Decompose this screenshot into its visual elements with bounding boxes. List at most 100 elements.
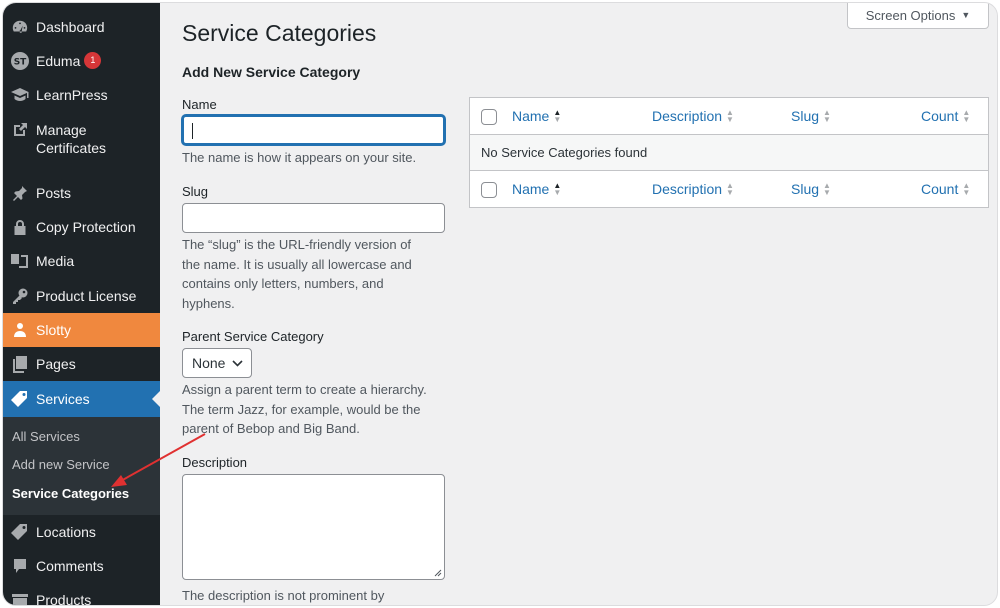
column-slug-header[interactable]: Slug ▲ ▼ <box>791 108 831 124</box>
sidebar-item-label: Copy Protection <box>36 219 136 235</box>
categories-table: Name ▲ ▼ Description ▲ ▼ Slug ▲ ▼ Count ▲ ▼ No S… <box>469 97 989 208</box>
column-label: Name <box>512 108 550 124</box>
slug-help: The “slug” is the URL-friendly version o… <box>182 235 450 313</box>
sidebar-item-label: Comments <box>36 558 104 574</box>
tag-icon <box>9 389 31 409</box>
parent-help-line: Assign a parent term to create a hierarc… <box>182 382 427 397</box>
submenu-item-add-new-service[interactable]: Add new Service <box>12 457 110 472</box>
screen-options-label: Screen Options <box>865 7 956 23</box>
admin-sidebar: Dashboard ST Eduma 1 LearnPress Manage Cer… <box>3 3 160 605</box>
resize-handle-icon[interactable] <box>434 569 442 577</box>
sort-icon: ▲ ▼ <box>962 181 971 197</box>
sidebar-item-comments[interactable]: Comments <box>3 556 160 578</box>
person-icon <box>9 320 31 340</box>
sidebar-item-media[interactable]: Media <box>3 251 160 273</box>
sidebar-item-services[interactable]: Services <box>3 381 160 417</box>
select-all-checkbox[interactable] <box>481 182 497 198</box>
column-slug-header[interactable]: Slug ▲ ▼ <box>791 181 831 197</box>
current-menu-pointer <box>152 391 160 407</box>
column-label: Slug <box>791 181 820 197</box>
submenu-item-all-services[interactable]: All Services <box>12 429 80 444</box>
sort-icon: ▲ ▼ <box>823 108 831 124</box>
sidebar-item-label: Dashboard <box>36 19 105 35</box>
sort-icon: ▲ ▼ <box>553 108 562 124</box>
sidebar-item-label: Eduma <box>36 53 81 69</box>
sidebar-item-dashboard[interactable]: Dashboard <box>3 17 160 39</box>
column-label: Count <box>921 108 959 124</box>
sidebar-item-label: Services <box>36 391 90 407</box>
sidebar-item-manage-certificates[interactable]: Manage Certificates <box>3 120 160 160</box>
pages-icon <box>9 354 31 374</box>
key-icon <box>9 286 31 306</box>
parent-help-line: parent of Bebop and Big Band. <box>182 421 360 436</box>
description-textarea[interactable] <box>182 474 445 580</box>
sidebar-item-copy-protection[interactable]: Copy Protection <box>3 217 160 239</box>
sidebar-item-label: Pages <box>36 356 76 372</box>
form-heading: Add New Service Category <box>182 64 361 80</box>
sidebar-item-eduma[interactable]: ST Eduma 1 <box>3 51 160 73</box>
archive-icon <box>9 590 31 605</box>
svg-text:ST: ST <box>14 58 27 68</box>
slug-help-line: The “slug” is the URL-friendly version o… <box>182 237 412 252</box>
column-label: Description <box>652 181 723 197</box>
chevron-down-icon <box>232 359 244 367</box>
notification-badge: 1 <box>84 52 102 69</box>
text-cursor <box>192 123 193 139</box>
parent-label: Parent Service Category <box>182 329 324 344</box>
description-help: The description is not prominent by <box>182 588 385 603</box>
slug-help-line: contains only letters, numbers, and <box>182 276 384 291</box>
services-submenu: All Services Add new Service Service Cat… <box>3 417 160 515</box>
name-help: The name is how it appears on your site. <box>182 150 417 165</box>
comment-icon <box>9 556 31 576</box>
slug-help-line: the name. It is usually all lowercase an… <box>182 256 412 272</box>
tag-icon <box>9 522 31 542</box>
column-name-header[interactable]: Name ▲ ▼ <box>512 181 561 197</box>
sidebar-item-products[interactable]: Products <box>3 590 160 606</box>
sort-icon: ▲ ▼ <box>962 108 971 124</box>
column-count-header[interactable]: Count ▲ ▼ <box>921 181 970 197</box>
screen-options-button[interactable]: Screen Options ▼ <box>847 3 989 29</box>
learnpress-icon <box>9 85 31 105</box>
column-label: Count <box>921 181 959 197</box>
sidebar-item-label: LearnPress <box>36 87 108 103</box>
parent-select[interactable]: None <box>182 348 252 378</box>
sidebar-item-label: Products <box>36 592 92 606</box>
sidebar-item-label: Product License <box>36 288 137 304</box>
column-label: Name <box>512 181 550 197</box>
column-name-header[interactable]: Name ▲ ▼ <box>512 108 561 124</box>
name-input[interactable] <box>182 115 445 145</box>
sort-icon: ▲ ▼ <box>823 181 831 197</box>
slug-label: Slug <box>182 184 209 199</box>
sidebar-item-label: Locations <box>36 524 96 540</box>
column-description-header[interactable]: Description ▲ ▼ <box>652 181 734 197</box>
sidebar-item-pages[interactable]: Pages <box>3 354 160 376</box>
column-count-header[interactable]: Count ▲ ▼ <box>921 108 970 124</box>
sidebar-item-product-license[interactable]: Product License <box>3 286 160 308</box>
lock-icon <box>9 217 31 237</box>
column-label: Slug <box>791 108 820 124</box>
sidebar-item-label-line2: Certificates <box>36 140 107 156</box>
name-label: Name <box>182 97 217 112</box>
sort-icon: ▲ ▼ <box>726 108 734 124</box>
sidebar-item-posts[interactable]: Posts <box>3 183 160 205</box>
eduma-logo-icon: ST <box>9 51 31 71</box>
submenu-item-service-categories[interactable]: Service Categories <box>12 486 129 501</box>
table-header-row: Name ▲ ▼ Description ▲ ▼ Slug ▲ ▼ Count ▲ ▼ <box>470 98 988 134</box>
sidebar-item-label: Slotty <box>36 322 72 338</box>
sidebar-item-locations[interactable]: Locations <box>3 522 160 544</box>
caret-down-icon: ▼ <box>961 10 971 20</box>
sidebar-item-learnpress[interactable]: LearnPress <box>3 85 160 107</box>
sort-icon: ▲ ▼ <box>553 181 562 197</box>
table-empty-row: No Service Categories found <box>470 134 988 171</box>
media-icon <box>9 251 31 271</box>
sidebar-item-slotty[interactable]: Slotty <box>3 313 160 347</box>
table-footer-row: Name ▲ ▼ Description ▲ ▼ Slug ▲ ▼ Count ▲ ▼ <box>470 171 988 207</box>
description-label: Description <box>182 455 248 470</box>
select-all-checkbox[interactable] <box>481 109 497 125</box>
slug-input[interactable] <box>182 203 445 233</box>
page-title: Service Categories <box>182 20 377 46</box>
slug-help-line: hyphens. <box>182 295 235 311</box>
external-link-icon <box>9 120 31 140</box>
column-description-header[interactable]: Description ▲ ▼ <box>652 108 734 124</box>
pin-icon <box>9 183 31 203</box>
